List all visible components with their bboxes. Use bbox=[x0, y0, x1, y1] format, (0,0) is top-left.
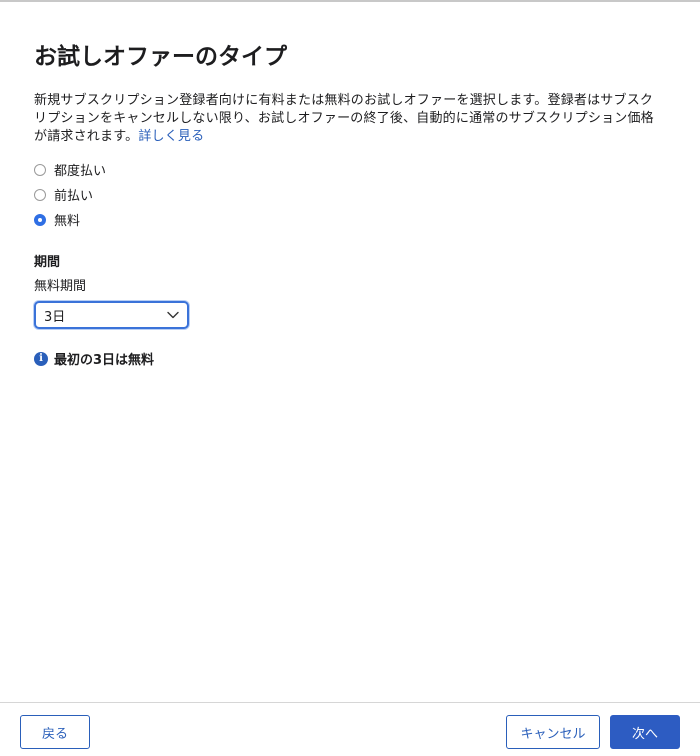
next-button[interactable]: 次へ bbox=[610, 715, 680, 749]
free-period-info: i 最初の3日は無料 bbox=[34, 349, 664, 368]
dialog-title: お試しオファーのタイプ bbox=[34, 44, 287, 70]
radio-label-pay-as-you-go: 都度払い bbox=[54, 164, 107, 179]
cancel-button[interactable]: キャンセル bbox=[506, 715, 600, 749]
learn-more-link[interactable]: 詳しく見る bbox=[138, 129, 204, 144]
offer-type-radio-group: 都度払い 前払い 無料 bbox=[34, 157, 664, 232]
radio-button-pay-up-front[interactable] bbox=[34, 188, 46, 201]
dialog-footer: 戻る キャンセル 次へ bbox=[0, 702, 700, 756]
free-period-label: 無料期間 bbox=[34, 279, 87, 294]
free-period-select[interactable]: 3日 bbox=[34, 301, 189, 329]
dialog-description: 新規サブスクリプション登録者向けに有料または無料のお試しオファーを選択します。登… bbox=[34, 92, 664, 146]
description-text: 新規サブスクリプション登録者向けに有料または無料のお試しオファーを選択します。登… bbox=[34, 93, 654, 144]
dialog-content: お試しオファーのタイプ 新規サブスクリプション登録者向けに有料または無料のお試し… bbox=[34, 42, 664, 368]
radio-label-pay-up-front: 前払い bbox=[54, 189, 94, 204]
chevron-down-icon bbox=[167, 309, 179, 321]
free-period-info-text: 最初の3日は無料 bbox=[54, 353, 155, 368]
duration-section-label: 期間 bbox=[34, 255, 61, 270]
radio-option-free[interactable]: 無料 bbox=[34, 207, 664, 232]
radio-option-pay-as-you-go[interactable]: 都度払い bbox=[34, 157, 664, 182]
free-period-value: 3日 bbox=[44, 309, 66, 325]
radio-button-free[interactable] bbox=[34, 213, 46, 226]
radio-button-pay-as-you-go[interactable] bbox=[34, 163, 46, 176]
radio-label-free: 無料 bbox=[54, 214, 81, 229]
info-icon: i bbox=[34, 351, 48, 366]
radio-option-pay-up-front[interactable]: 前払い bbox=[34, 182, 664, 207]
back-button[interactable]: 戻る bbox=[20, 715, 90, 749]
trial-offer-dialog: お試しオファーのタイプ 新規サブスクリプション登録者向けに有料または無料のお試し… bbox=[0, 0, 700, 756]
